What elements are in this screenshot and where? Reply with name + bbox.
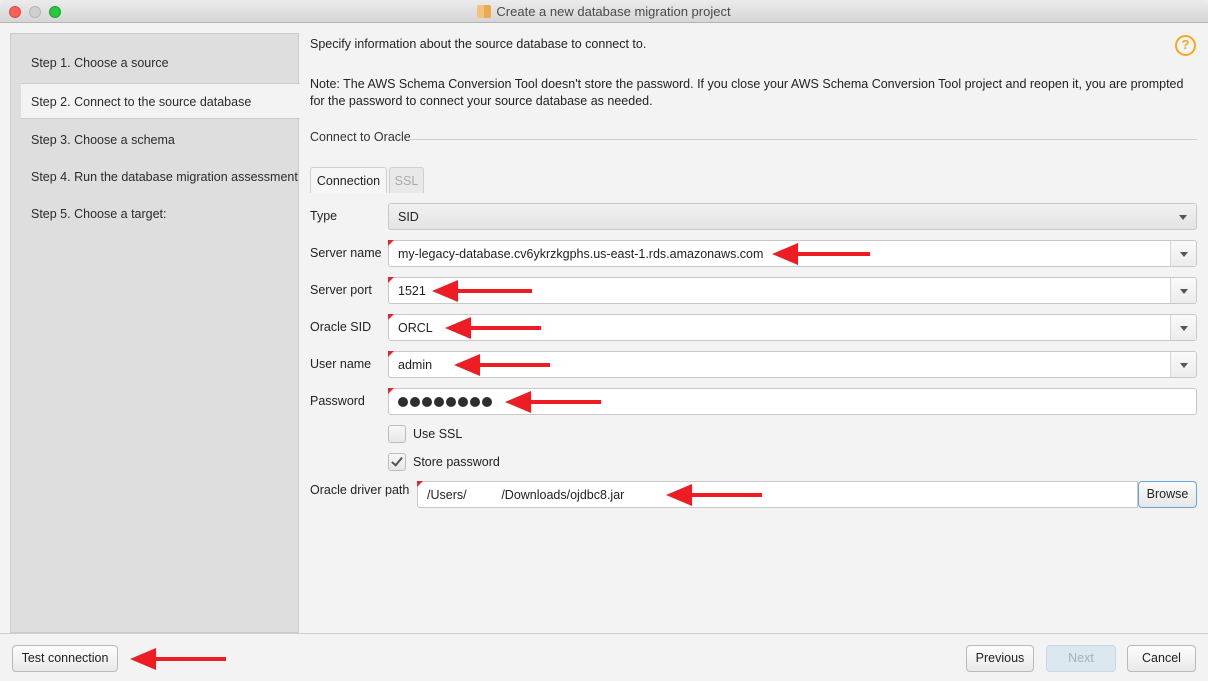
server-name-dropdown-button[interactable] [1170, 241, 1196, 266]
next-button[interactable]: Next [1046, 645, 1116, 672]
password-dot [410, 397, 420, 407]
server-name-row: Server name my-legacy-database.cv6ykrzkg… [310, 240, 1197, 267]
user-name-dropdown-button[interactable] [1170, 352, 1196, 377]
step-label: Step 4. Run the database migration asses… [31, 170, 298, 184]
required-flag-icon [388, 388, 394, 394]
chevron-down-icon [1180, 363, 1188, 368]
help-icon[interactable]: ? [1175, 35, 1196, 56]
section-title: Connect to Oracle [310, 130, 411, 144]
type-select[interactable]: SID [388, 203, 1197, 230]
step-choose-schema[interactable]: Step 3. Choose a schema [11, 122, 300, 158]
step-label: Step 3. Choose a schema [31, 133, 175, 147]
section-divider [408, 139, 1197, 140]
title-bar: Create a new database migration project [0, 0, 1208, 23]
tab-ssl[interactable]: SSL [389, 167, 424, 193]
step-connect-source[interactable]: Step 2. Connect to the source database [21, 83, 300, 119]
required-flag-icon [417, 481, 423, 487]
migration-project-window: Create a new database migration project … [0, 0, 1208, 681]
password-row: Password [310, 388, 1197, 415]
chevron-down-icon [1180, 289, 1188, 294]
store-password-checkbox[interactable] [388, 453, 406, 471]
server-port-input[interactable]: 1521 [398, 284, 426, 298]
tab-connection[interactable]: Connection [310, 167, 387, 193]
cancel-button[interactable]: Cancel [1127, 645, 1196, 672]
use-ssl-checkbox[interactable] [388, 425, 406, 443]
server-name-label: Server name [310, 246, 382, 260]
password-note: Note: The AWS Schema Conversion Tool doe… [310, 77, 1184, 108]
previous-button[interactable]: Previous [966, 645, 1034, 672]
chevron-down-icon [1180, 252, 1188, 257]
steps-sidebar: Step 1. Choose a source Step 2. Connect … [10, 33, 300, 633]
type-row: Type SID [310, 203, 1197, 230]
type-dropdown-button[interactable] [1170, 204, 1196, 229]
required-flag-icon [388, 314, 394, 320]
required-flag-icon [388, 351, 394, 357]
window-title-text: Create a new database migration project [496, 4, 731, 19]
user-name-label: User name [310, 357, 372, 371]
window-title: Create a new database migration project [0, 4, 1208, 19]
required-flag-icon [388, 277, 394, 283]
info-text: Specify information about the source dat… [310, 37, 647, 51]
checkmark-icon [391, 454, 403, 467]
password-dot [422, 397, 432, 407]
browse-button[interactable]: Browse [1138, 481, 1197, 508]
required-flag-icon [388, 240, 394, 246]
type-value: SID [398, 210, 419, 224]
user-name-row: User name admin [310, 351, 1197, 378]
driver-path-field[interactable]: /Users/ /Downloads/ojdbc8.jar [417, 481, 1138, 508]
step-label: Step 2. Connect to the source database [31, 95, 252, 109]
step-label: Step 1. Choose a source [31, 56, 169, 70]
footer-divider [0, 633, 1208, 634]
server-port-label: Server port [310, 283, 372, 297]
step-choose-target[interactable]: Step 5. Choose a target: [11, 196, 300, 232]
oracle-sid-input[interactable]: ORCL [398, 321, 433, 335]
user-name-input[interactable]: admin [398, 358, 432, 372]
step-label: Step 5. Choose a target: [31, 207, 167, 221]
server-name-input[interactable]: my-legacy-database.cv6ykrzkgphs.us-east-… [398, 247, 763, 261]
oracle-sid-dropdown-button[interactable] [1170, 315, 1196, 340]
password-dot [446, 397, 456, 407]
server-port-dropdown-button[interactable] [1170, 278, 1196, 303]
oracle-sid-label: Oracle SID [310, 320, 372, 334]
step-choose-source[interactable]: Step 1. Choose a source [11, 45, 300, 81]
oracle-sid-row: Oracle SID ORCL [310, 314, 1197, 341]
password-dot [470, 397, 480, 407]
driver-path-input[interactable]: /Users/ /Downloads/ojdbc8.jar [427, 488, 624, 502]
chevron-down-icon [1180, 326, 1188, 331]
use-ssl-label: Use SSL [413, 427, 463, 441]
step-run-assessment[interactable]: Step 4. Run the database migration asses… [11, 159, 300, 195]
password-dot [398, 397, 408, 407]
password-dot [482, 397, 492, 407]
chevron-down-icon [1179, 215, 1187, 220]
password-label: Password [310, 394, 365, 408]
store-password-label: Store password [413, 455, 500, 469]
type-label: Type [310, 209, 338, 223]
test-connection-button[interactable]: Test connection [12, 645, 118, 672]
project-box-icon [477, 5, 492, 18]
driver-path-label: Oracle driver path [310, 483, 410, 497]
password-mask [398, 397, 492, 407]
password-dot [458, 397, 468, 407]
password-dot [434, 397, 444, 407]
